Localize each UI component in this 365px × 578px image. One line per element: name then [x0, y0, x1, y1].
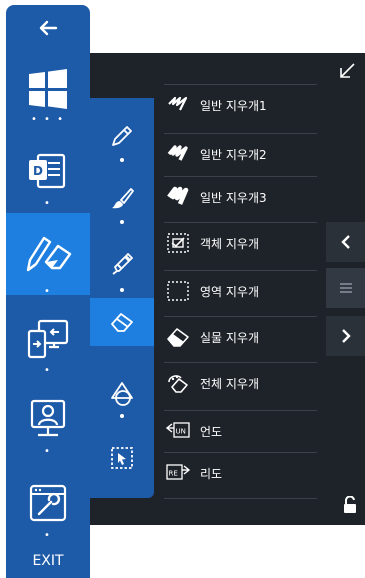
arrow-left-icon [39, 20, 58, 36]
item-dot: • [44, 286, 52, 297]
next-page-button[interactable] [326, 316, 365, 356]
menu-item-label: 실물 지우개 [200, 330, 260, 345]
redo-icon: RE [164, 461, 192, 485]
more-dots: • • • [30, 114, 66, 125]
redo-button[interactable]: RE 리도 [164, 452, 317, 493]
menu-item-label: 전체 지우개 [200, 376, 260, 391]
clear-all-icon [164, 371, 192, 395]
area-eraser-icon [164, 279, 192, 303]
tool-dot [120, 158, 124, 162]
tool-dot [120, 288, 124, 292]
windows-start-button[interactable] [6, 63, 90, 115]
exit-button[interactable]: EXIT [6, 553, 90, 569]
windows-logo-icon [29, 69, 67, 109]
pen-eraser-button[interactable] [6, 213, 90, 295]
brush-icon [112, 188, 134, 209]
tool-column [90, 98, 154, 498]
menu-item-clear-all[interactable]: 전체 지우개 [164, 362, 317, 403]
menu-item-real-eraser[interactable]: 실물 지우개 [164, 316, 317, 357]
item-dot: • [44, 446, 52, 457]
object-eraser-icon [164, 231, 192, 255]
eraser-stroke-1-icon [164, 93, 192, 117]
unlock-icon[interactable] [342, 496, 358, 514]
presenter-button[interactable] [6, 391, 90, 447]
eraser-stroke-2-icon [164, 142, 192, 166]
collapse-diagonal-icon[interactable] [336, 60, 358, 82]
shapes-tool[interactable] [90, 374, 154, 414]
prev-page-button[interactable] [326, 222, 365, 262]
item-dot: • [44, 530, 52, 541]
menu-divider [164, 498, 317, 499]
presenter-icon [30, 399, 66, 437]
document-d-icon: D [29, 153, 66, 189]
svg-text:RE: RE [169, 470, 178, 478]
svg-text:D: D [33, 164, 43, 178]
chevron-right-icon [341, 329, 351, 343]
settings-tool-button[interactable] [6, 475, 90, 531]
eraser-tool[interactable] [90, 298, 154, 346]
shapes-icon [111, 382, 133, 406]
screen-share-button[interactable] [6, 311, 90, 367]
menu-item-label: 일반 지우개1 [200, 98, 267, 113]
tool-dot [120, 220, 124, 224]
back-button[interactable] [6, 11, 90, 45]
select-tool[interactable] [90, 438, 154, 478]
menu-item-label: 일반 지우개2 [200, 147, 267, 162]
menu-item-label: 리도 [200, 466, 223, 481]
hamburger-icon [339, 283, 352, 293]
undo-icon: UN [164, 419, 192, 443]
menu-handle[interactable] [326, 268, 365, 308]
svg-text:UN: UN [176, 428, 186, 436]
highlighter-tool[interactable] [90, 244, 154, 284]
undo-button[interactable]: UN 언도 [164, 410, 317, 451]
tool-dot [120, 414, 124, 418]
settings-wrench-icon [29, 484, 67, 522]
real-eraser-icon [164, 325, 192, 349]
pen-tool[interactable] [90, 116, 154, 156]
menu-item-label: 영역 지우개 [200, 284, 260, 299]
left-toolbar: • • • D • • • • • EXIT [6, 5, 90, 578]
menu-item-eraser-1[interactable]: 일반 지우개1 [164, 84, 317, 125]
item-dot: • [44, 198, 52, 209]
menu-item-label: 객체 지우개 [200, 236, 260, 251]
eraser-icon [111, 313, 133, 332]
menu-item-object-eraser[interactable]: 객체 지우개 [164, 222, 317, 263]
menu-item-eraser-2[interactable]: 일반 지우개2 [164, 133, 317, 174]
pen-icon [112, 126, 132, 146]
document-button[interactable]: D [6, 143, 90, 199]
brush-tool[interactable] [90, 178, 154, 218]
screen-share-icon [27, 319, 69, 359]
menu-item-label: 언도 [200, 424, 223, 439]
select-icon [111, 447, 133, 469]
item-dot: • [44, 365, 52, 376]
highlighter-icon [112, 253, 133, 275]
menu-item-label: 일반 지우개3 [200, 190, 267, 205]
eraser-stroke-3-icon [164, 185, 192, 209]
pen-eraser-icon [26, 236, 72, 272]
menu-item-area-eraser[interactable]: 영역 지우개 [164, 270, 317, 311]
menu-item-eraser-3[interactable]: 일반 지우개3 [164, 176, 317, 217]
chevron-left-icon [340, 235, 350, 249]
